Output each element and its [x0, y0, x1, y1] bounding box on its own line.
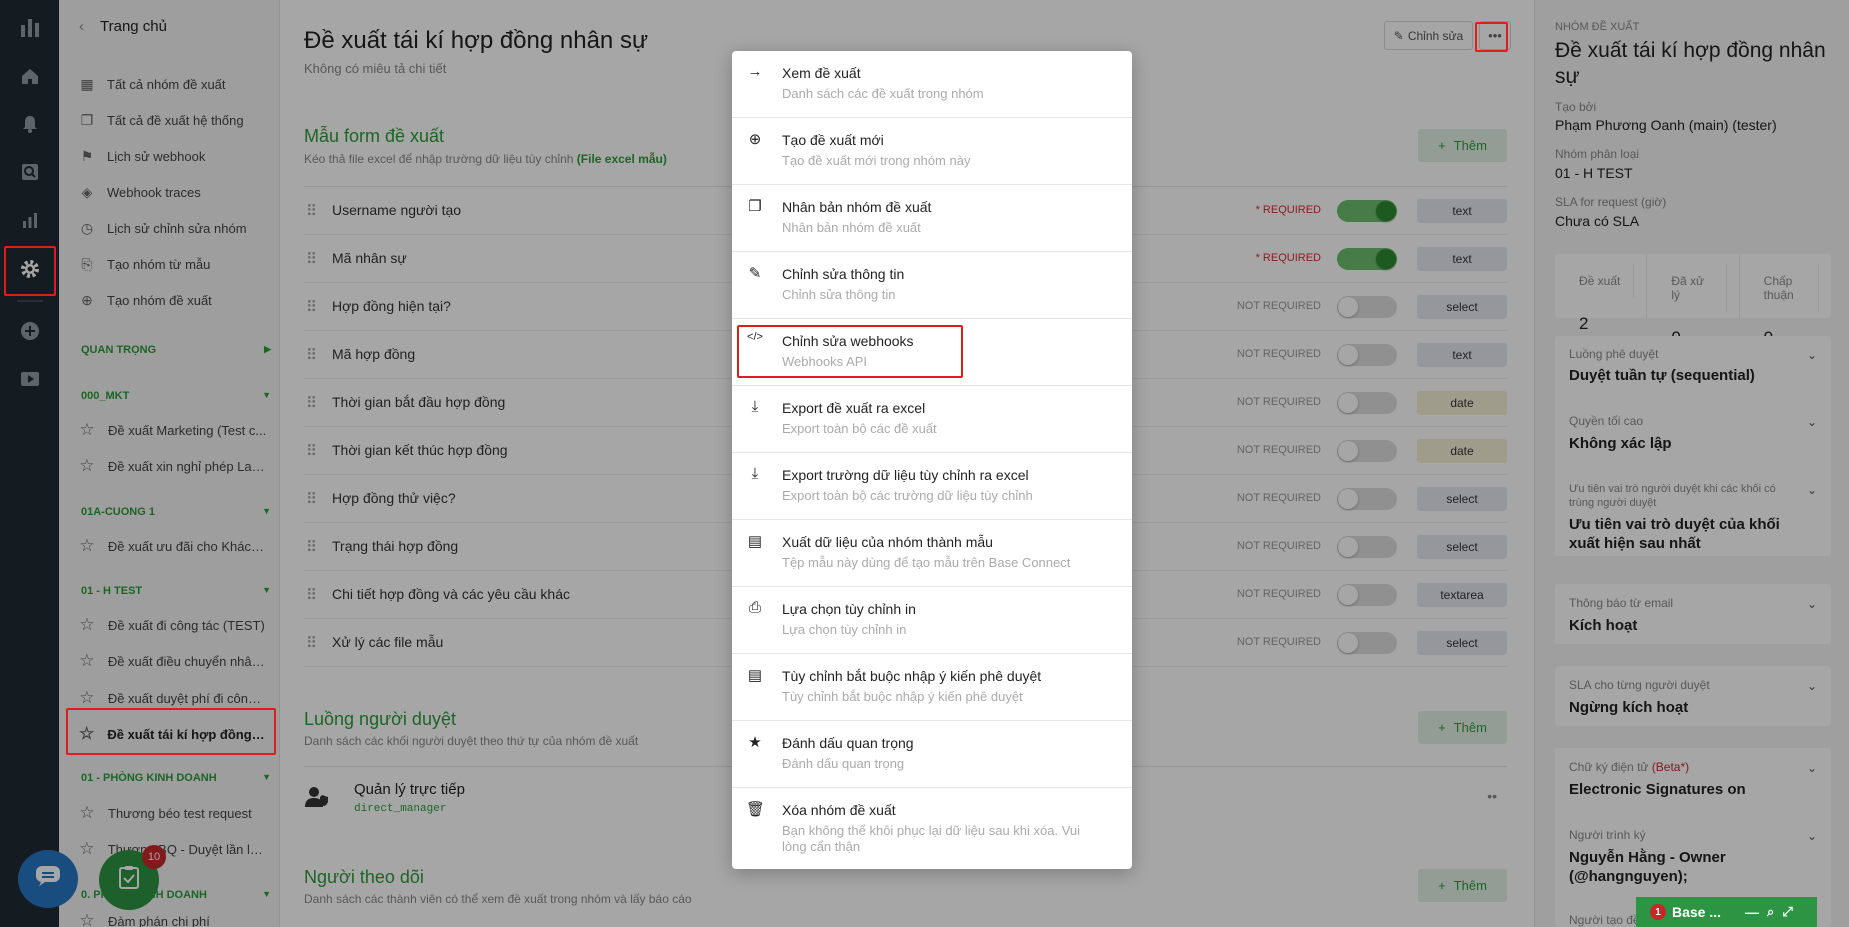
document-icon: ▤ — [747, 667, 763, 684]
menu-item-title: Tạo đề xuất mới — [782, 132, 884, 148]
menu-item-subtitle: Bạn không thể khôi phục lại dữ liệu sau … — [782, 823, 1081, 854]
menu-item-subtitle: Tệp mẫu này dùng để tạo mẫu trên Base Co… — [782, 555, 1071, 570]
minimize-icon[interactable]: — — [1745, 904, 1759, 920]
download-icon: ⤓ — [751, 465, 759, 482]
menu-item-title: Export trường dữ liệu tùy chỉnh ra excel — [782, 467, 1029, 483]
menu-item[interactable]: ⤓ Export đề xuất ra excel Export toàn bộ c… — [732, 386, 1132, 453]
menu-item-subtitle: Đánh dấu quan trọng — [782, 756, 905, 771]
menu-item-subtitle: Export toàn bộ các trường dữ liệu tùy ch… — [782, 488, 1033, 503]
menu-item-subtitle: Export toàn bộ các đề xuất — [782, 421, 937, 436]
menu-item-title: Chỉnh sửa thông tin — [782, 266, 905, 282]
menu-item[interactable]: ★ Đánh dấu quan trọng Đánh dấu quan trọng — [732, 721, 1132, 788]
menu-item-title: Lựa chọn tùy chỉnh in — [782, 601, 916, 617]
menu-item[interactable]: ⊕ Tạo đề xuất mới Tạo đề xuất mới trong nh… — [732, 118, 1132, 185]
expand-icon[interactable]: ⤢ — [1782, 904, 1792, 920]
star-icon: ★ — [748, 734, 762, 751]
menu-item-title: Xuất dữ liệu của nhóm thành mẫu — [782, 534, 993, 550]
menu-item-title: Export đề xuất ra excel — [782, 400, 926, 416]
menu-item-title: Tùy chỉnh bắt buộc nhập ý kiến phê duyệt — [782, 668, 1042, 684]
base-minibar[interactable]: 1 Base ... — ⌕ ⤢ — [1636, 897, 1817, 927]
plus-circle-icon: ⊕ — [748, 131, 762, 148]
search-icon[interactable]: ⌕ — [1767, 904, 1774, 920]
trash-icon: 🗑 — [746, 801, 766, 818]
base-label: Base ... — [1672, 904, 1722, 920]
highlight-webhooks-item — [737, 325, 963, 378]
menu-item[interactable]: ✎ Chỉnh sửa thông tin Chỉnh sửa thông tin — [732, 252, 1132, 319]
printer-icon: ⎙ — [748, 599, 761, 616]
menu-item[interactable]: ▤ Xuất dữ liệu của nhóm thành mẫu Tệp mẫu … — [732, 520, 1132, 587]
menu-item[interactable]: ⤓ Export trường dữ liệu tùy chỉnh ra exce… — [732, 453, 1132, 520]
menu-item-subtitle: Tạo đề xuất mới trong nhóm này — [782, 153, 971, 168]
menu-item-subtitle: Tùy chỉnh bắt buộc nhập ý kiến phê duyệt — [782, 689, 1023, 704]
menu-item-subtitle: Danh sách các đề xuất trong nhóm — [782, 86, 984, 101]
menu-item-title: Đánh dấu quan trọng — [782, 735, 914, 751]
menu-item[interactable]: 🗑 Xóa nhóm đề xuất Bạn không thể khôi phục… — [732, 788, 1132, 855]
menu-item[interactable]: ▤ Tùy chỉnh bắt buộc nhập ý kiến phê duyệ… — [732, 654, 1132, 721]
menu-item-subtitle: Lựa chọn tùy chỉnh in — [782, 622, 907, 637]
arrow-right-icon: → — [747, 63, 763, 80]
highlight-current-group — [66, 708, 276, 755]
base-badge: 1 — [1650, 904, 1666, 920]
more-options-menu: → Xem đề xuất Danh sách các đề xuất trong … — [732, 51, 1132, 869]
duplicate-icon: ❐ — [748, 198, 762, 215]
menu-item-title: Nhân bản nhóm đề xuất — [782, 199, 932, 215]
menu-item[interactable]: → Xem đề xuất Danh sách các đề xuất trong … — [732, 51, 1132, 118]
menu-item-subtitle: Chỉnh sửa thông tin — [782, 287, 896, 302]
highlight-more-button — [1475, 22, 1508, 52]
highlight-settings — [4, 246, 56, 296]
menu-item[interactable]: ⎙ Lựa chọn tùy chỉnh in Lựa chọn tùy chỉnh… — [732, 587, 1132, 654]
menu-item[interactable]: ❐ Nhân bản nhóm đề xuất Nhân bản nhóm đề x… — [732, 185, 1132, 252]
document-icon: ▤ — [747, 533, 763, 550]
download-icon: ⤓ — [751, 398, 759, 415]
menu-item-subtitle: Nhân bản nhóm đề xuất — [782, 220, 921, 235]
pencil-icon: ✎ — [748, 265, 762, 282]
menu-item-title: Xóa nhóm đề xuất — [782, 802, 896, 818]
menu-item-title: Xem đề xuất — [782, 65, 861, 81]
